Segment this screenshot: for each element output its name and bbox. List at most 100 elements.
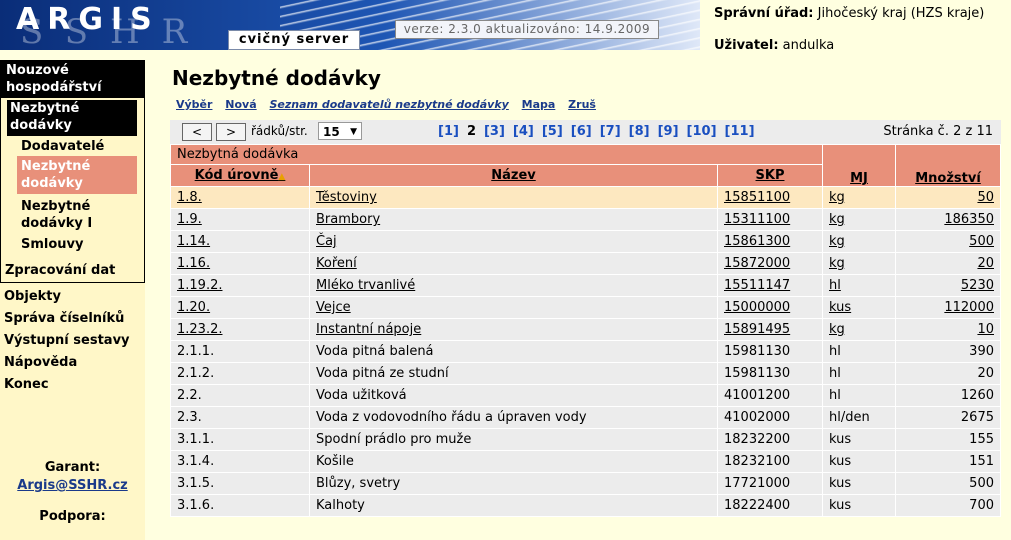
mnozstvi-cell[interactable]: 500 [895,230,1001,253]
nazev-cell[interactable]: Vejce [309,296,718,319]
sidebar: Nouzové hospodářství Nezbytné dodávky Do… [0,60,145,540]
column-header-mnozstvi[interactable]: Množství [895,144,1001,187]
rows-per-page-select[interactable]: 15 ▼ [318,122,362,140]
rows-per-page-value: 15 [323,125,340,139]
skp-cell[interactable]: 15311100 [717,208,823,231]
kod-urovne-cell[interactable]: 1.23.2. [170,318,310,341]
next-page-button[interactable]: > [216,123,246,141]
mj-cell[interactable]: kg [822,318,896,341]
mnozstvi-cell[interactable]: 20 [895,252,1001,275]
table-row[interactable]: 1.20. Vejce 15000000 kus 112000 [170,296,1001,319]
column-header-nazev[interactable]: Název [309,164,718,187]
mj-cell[interactable]: kus [822,296,896,319]
mj-cell[interactable]: kg [822,208,896,231]
page-link[interactable]: [10] [687,124,717,139]
mnozstvi-cell[interactable]: 186350 [895,208,1001,231]
table-row[interactable]: 1.9. Brambory 15311100 kg 186350 [170,208,1001,231]
skp-cell: 15981130 [717,340,823,363]
skp-cell[interactable]: 15000000 [717,296,823,319]
table-row[interactable]: 2.1.2. Voda pitná ze studní 15981130 hl 20 [170,362,1001,385]
nazev-cell[interactable]: Koření [309,252,718,275]
skp-cell[interactable]: 15511147 [717,274,823,297]
mj-cell[interactable]: hl [822,274,896,297]
mj-cell[interactable]: kg [822,186,896,209]
kod-urovne-cell[interactable]: 1.14. [170,230,310,253]
skp-cell[interactable]: 15851100 [717,186,823,209]
table-row[interactable]: 2.1.1. Voda pitná balená 15981130 hl 390 [170,340,1001,363]
mj-cell[interactable]: kg [822,252,896,275]
page-link[interactable]: [4] [513,124,534,139]
action-nova-link[interactable]: Nová [225,98,256,111]
mnozstvi-cell[interactable]: 112000 [895,296,1001,319]
nazev-cell[interactable]: Brambory [309,208,718,231]
nazev-cell: Blůzy, svetry [309,472,718,495]
menu-napoveda[interactable]: Nápověda [0,354,77,371]
menu-smlouvy[interactable]: Smlouvy [17,236,137,253]
nazev-cell: Voda užitková [309,384,718,407]
nazev-cell[interactable]: Instantní nápoje [309,318,718,341]
skp-cell: 41001200 [717,384,823,407]
menu-konec[interactable]: Konec [0,376,49,393]
action-vyber-link[interactable]: Výběr [176,98,212,111]
menu-vystupni-sestavy[interactable]: Výstupní sestavy [0,332,130,349]
menu-nezbytne-dodavky[interactable]: Nezbytné dodávky [7,100,137,136]
kod-urovne-cell[interactable]: 1.8. [170,186,310,209]
action-zrus-link[interactable]: Zruš [568,98,596,111]
mj-cell[interactable]: kg [822,230,896,253]
menu-sprava-ciselniku[interactable]: Správa číselníků [0,310,124,327]
page-link[interactable]: [5] [542,124,563,139]
page-link[interactable]: [3] [484,124,505,139]
table-row[interactable]: 1.23.2. Instantní nápoje 15891495 kg 10 [170,318,1001,341]
skp-cell[interactable]: 15872000 [717,252,823,275]
table-row[interactable]: 1.14. Čaj 15861300 kg 500 [170,230,1001,253]
skp-cell[interactable]: 15861300 [717,230,823,253]
menu-nezbytne-dodavky-active[interactable]: Nezbytné dodávky [17,156,137,194]
menu-nezbytne-dodavky-i[interactable]: Nezbytné dodávky I [17,198,137,234]
page-link[interactable]: [1] [438,124,459,139]
menu-nouzove-hospodarstvi[interactable]: Nouzové hospodářství [0,60,145,98]
kod-urovne-cell[interactable]: 1.16. [170,252,310,275]
table-row[interactable]: 3.1.5. Blůzy, svetry 17721000 kus 500 [170,472,1001,495]
page-link[interactable]: [6] [571,124,592,139]
chevron-down-icon: ▼ [350,127,357,137]
kod-urovne-cell[interactable]: 1.9. [170,208,310,231]
table-row[interactable]: 1.16. Koření 15872000 kg 20 [170,252,1001,275]
garant-label: Garant: [44,460,101,475]
action-mapa-link[interactable]: Mapa [522,98,556,111]
skp-cell: 15981130 [717,362,823,385]
page-link[interactable]: [8] [629,124,650,139]
table-row[interactable]: 2.2. Voda užitková 41001200 hl 1260 [170,384,1001,407]
page-info: Stránka č. 2 z 11 [883,124,993,139]
menu-zpracovani-dat[interactable]: Zpracování dat [1,262,148,279]
column-header-kod-urovne[interactable]: Kód úrovně▲ [170,164,310,187]
page-link[interactable]: [7] [600,124,621,139]
nazev-cell[interactable]: Čaj [309,230,718,253]
table-row[interactable]: 3.1.4. Košile 18232100 kus 151 [170,450,1001,473]
page-link[interactable]: [11] [725,124,755,139]
mnozstvi-cell: 390 [895,340,1001,363]
mnozstvi-cell[interactable]: 10 [895,318,1001,341]
column-header-label: Množství [915,171,981,186]
kod-urovne-cell[interactable]: 1.19.2. [170,274,310,297]
nazev-cell[interactable]: Těstoviny [309,186,718,209]
page-link[interactable]: [9] [658,124,679,139]
table-row[interactable]: 2.3. Voda z vodovodního řádu a úpraven vo… [170,406,1001,429]
table-row[interactable]: 3.1.6. Kalhoty 18222400 kus 700 [170,494,1001,517]
action-seznam-dodavatelu-link[interactable]: Seznam dodavatelů nezbytné dodávky [270,98,509,111]
menu-objekty[interactable]: Objekty [0,288,61,305]
mnozstvi-cell[interactable]: 50 [895,186,1001,209]
skp-cell: 17721000 [717,472,823,495]
garant-email-link[interactable]: Argis@SSHR.cz [0,478,145,493]
prev-page-button[interactable]: < [182,123,212,141]
menu-dodavatele[interactable]: Dodavatelé [17,138,137,155]
skp-cell[interactable]: 15891495 [717,318,823,341]
table-row[interactable]: 1.19.2. Mléko trvanlivé 15511147 hl 5230 [170,274,1001,297]
mj-cell: kus [822,472,896,495]
column-header-skp[interactable]: SKP [717,164,823,187]
nazev-cell[interactable]: Mléko trvanlivé [309,274,718,297]
table-row[interactable]: 1.8. Těstoviny 15851100 kg 50 [170,186,1001,209]
column-header-mj[interactable]: MJ [822,144,896,187]
table-row[interactable]: 3.1.1. Spodní prádlo pro muže 18232200 kus 1… [170,428,1001,451]
kod-urovne-cell[interactable]: 1.20. [170,296,310,319]
mnozstvi-cell[interactable]: 5230 [895,274,1001,297]
